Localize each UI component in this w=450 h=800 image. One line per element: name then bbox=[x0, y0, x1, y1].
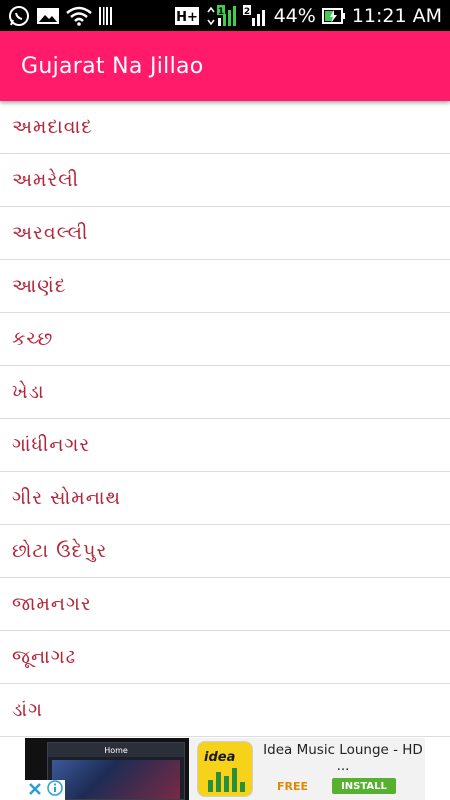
battery-charging-icon bbox=[321, 6, 346, 26]
district-item[interactable]: ગાંધીનગર bbox=[0, 419, 450, 472]
ad-phone-mockup: Home bbox=[47, 742, 185, 800]
ad-info-icon[interactable] bbox=[46, 780, 63, 800]
district-item[interactable]: ખેડા bbox=[0, 366, 450, 419]
district-label: જામનગર bbox=[12, 593, 92, 615]
ad-phone-image bbox=[52, 760, 180, 799]
ad-app-icon[interactable]: idea bbox=[197, 741, 253, 797]
wifi-icon bbox=[66, 6, 92, 26]
district-item[interactable]: અરવલ્લી bbox=[0, 207, 450, 260]
district-label: ખેડા bbox=[12, 381, 45, 403]
barcode-icon bbox=[98, 6, 114, 26]
ad-banner[interactable]: Home idea Idea Music Lounge - HD ... FRE… bbox=[25, 738, 425, 800]
whatsapp-icon bbox=[8, 5, 30, 27]
district-item[interactable]: આણંદ bbox=[0, 260, 450, 313]
signal-sim2-icon: 2 bbox=[242, 4, 268, 28]
district-label: ગાંધીનગર bbox=[12, 434, 91, 456]
gallery-icon bbox=[36, 6, 60, 26]
district-item[interactable]: ગીર સોમનાથ bbox=[0, 472, 450, 525]
sim2-label: 2 bbox=[243, 7, 249, 17]
district-item[interactable]: કચ્છ bbox=[0, 313, 450, 366]
status-bar: H+ 1 2 44% 11:21 AM bbox=[0, 0, 450, 31]
district-item[interactable]: જૂનાગઢ bbox=[0, 631, 450, 684]
district-label: આણંદ bbox=[12, 275, 67, 297]
district-list[interactable]: અમદાવાદ અમરેલી અરવલ્લી આણંદ કચ્છ ખેડા ગા… bbox=[0, 101, 450, 737]
district-item[interactable]: અમદાવાદ bbox=[0, 101, 450, 154]
district-item[interactable]: ડાંગ bbox=[0, 684, 450, 737]
district-item[interactable]: જામનગર bbox=[0, 578, 450, 631]
district-label: અમદાવાદ bbox=[12, 116, 93, 138]
district-label: કચ્છ bbox=[12, 328, 54, 350]
district-label: અમરેલી bbox=[12, 169, 80, 191]
ad-title[interactable]: Idea Music Lounge - HD ... bbox=[263, 742, 423, 774]
app-title: Gujarat Na Jillao bbox=[21, 53, 204, 79]
signal-sim1-icon: 1 bbox=[206, 4, 236, 28]
sim1-label: 1 bbox=[217, 7, 223, 17]
network-type-text: H+ bbox=[176, 10, 198, 25]
ad-screenshot[interactable]: Home bbox=[25, 738, 189, 800]
ad-price: FREE bbox=[277, 780, 309, 793]
district-label: ડાંગ bbox=[12, 699, 43, 721]
district-item[interactable]: છોટા ઉદેપુર bbox=[0, 525, 450, 578]
district-label: ગીર સોમનાથ bbox=[12, 487, 122, 509]
ad-logo-text: idea bbox=[204, 750, 236, 765]
district-item[interactable]: અમરેલી bbox=[0, 154, 450, 207]
equalizer-icon bbox=[208, 768, 245, 792]
status-right-icons: H+ 1 2 44% 11:21 AM bbox=[174, 4, 442, 28]
clock-time: 11:21 AM bbox=[351, 4, 442, 27]
ad-close-icon[interactable] bbox=[28, 781, 42, 800]
district-label: છોટા ઉદેપુર bbox=[12, 540, 108, 562]
network-type-icon: H+ bbox=[174, 5, 200, 27]
app-bar: Gujarat Na Jillao bbox=[0, 31, 450, 101]
ad-install-button[interactable]: INSTALL bbox=[332, 778, 396, 794]
ad-phone-header: Home bbox=[48, 743, 184, 757]
status-left-icons bbox=[8, 5, 114, 27]
battery-percent: 44% bbox=[273, 4, 316, 27]
district-label: અરવલ્લી bbox=[12, 222, 89, 244]
ad-choices-badge[interactable] bbox=[25, 780, 65, 800]
district-label: જૂનાગઢ bbox=[12, 646, 77, 668]
